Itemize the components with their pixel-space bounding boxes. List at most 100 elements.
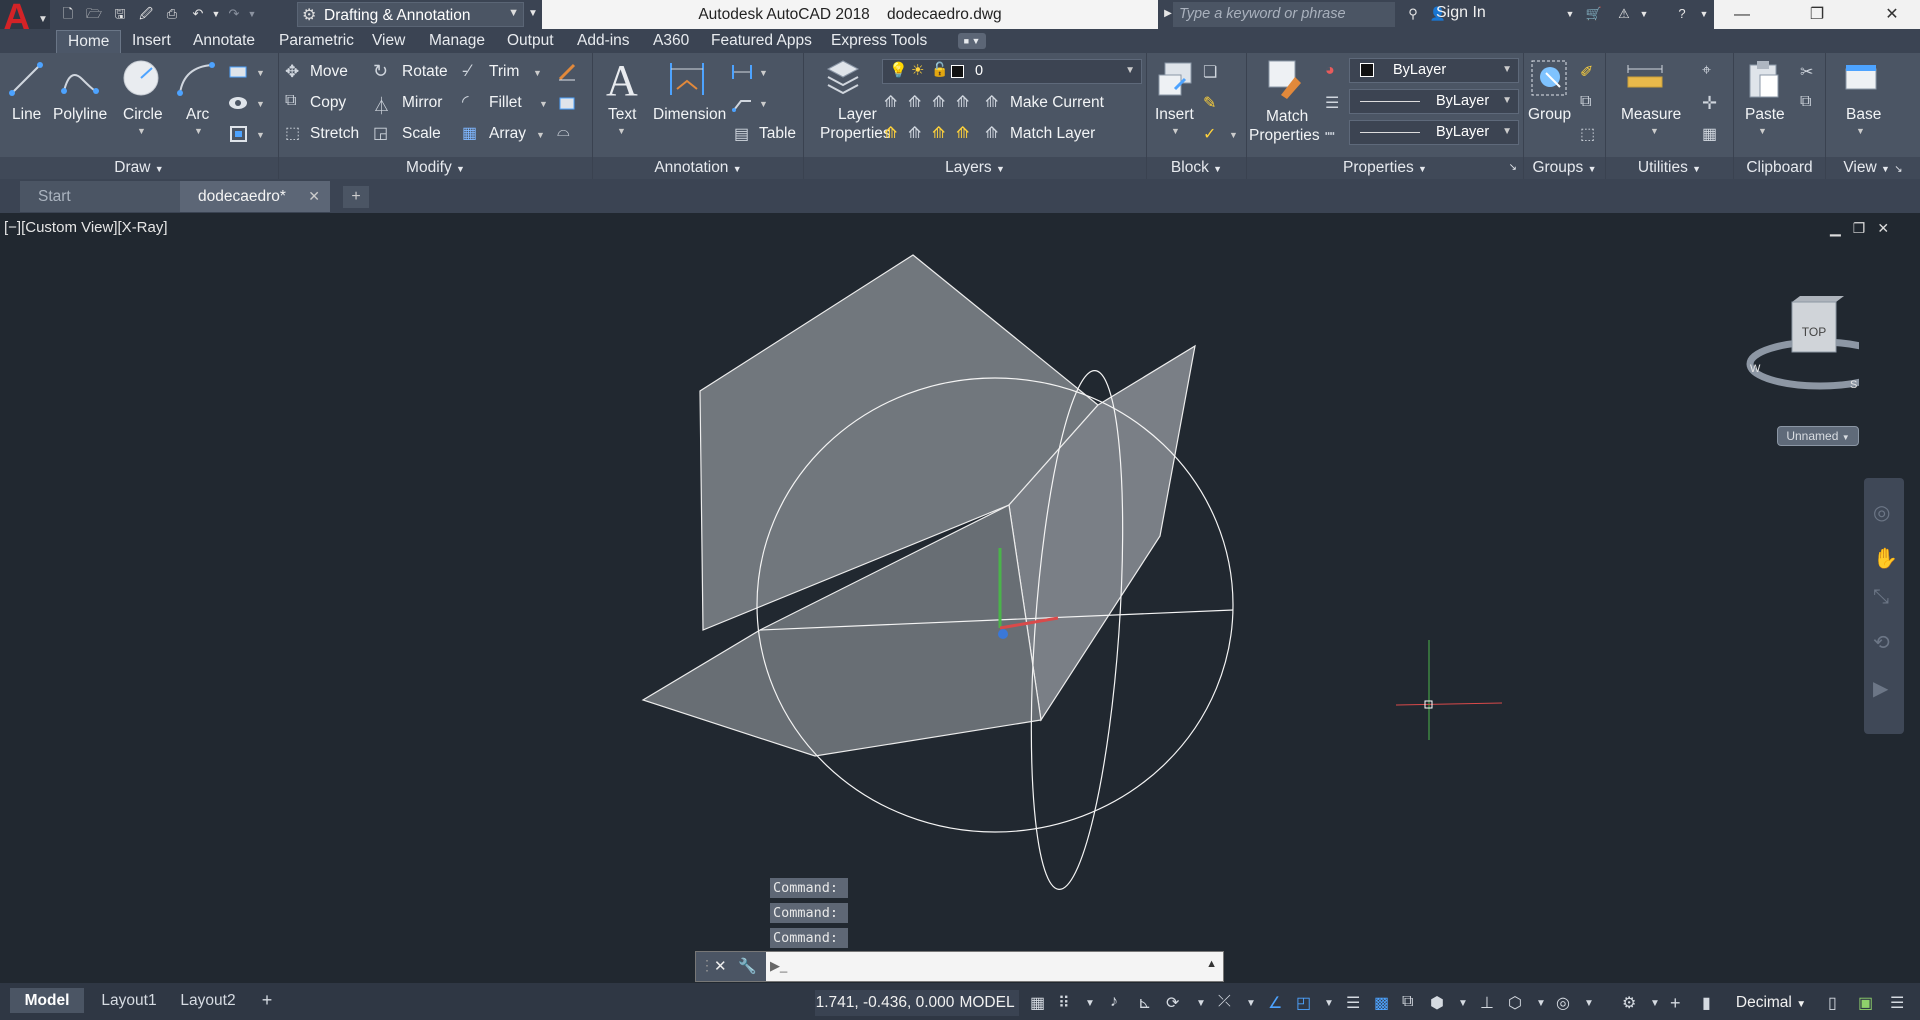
arc-button[interactable]: Arc: [186, 106, 209, 124]
tab-add-ins[interactable]: Add-ins: [577, 32, 630, 50]
move-button[interactable]: Move: [310, 63, 348, 81]
chevron-down-icon[interactable]: ▼: [1650, 998, 1660, 1009]
chevron-down-icon[interactable]: ▼: [1196, 998, 1206, 1009]
print-icon[interactable]: ⎙: [162, 5, 182, 23]
tab-a360[interactable]: A360: [653, 32, 689, 50]
fillet-button[interactable]: Fillet: [489, 94, 522, 112]
attribute-icon[interactable]: ✓: [1203, 124, 1225, 144]
boundary-icon[interactable]: [228, 124, 250, 144]
base-button[interactable]: Base: [1846, 106, 1881, 124]
layer-properties-label-1[interactable]: Layer: [838, 106, 877, 124]
command-prompt-icon[interactable]: ▶_: [770, 958, 787, 974]
save-icon[interactable]: 🖫: [110, 5, 130, 23]
layer-tool-icon[interactable]: ⟰: [908, 123, 930, 143]
new-tab-button[interactable]: +: [343, 186, 369, 208]
group-select-icon[interactable]: ⬚: [1580, 124, 1602, 144]
offset-icon[interactable]: ⌓: [557, 123, 579, 143]
tab-featured-apps[interactable]: Featured Apps: [711, 32, 812, 50]
annotation-panel-title[interactable]: Annotation ▼: [593, 157, 803, 179]
quick-properties-icon[interactable]: ▯: [1828, 993, 1837, 1013]
view-panel-title[interactable]: View ▼ ↘: [1826, 157, 1920, 179]
tab-output[interactable]: Output: [507, 32, 554, 50]
customization-menu-icon[interactable]: ☰: [1890, 993, 1904, 1013]
stretch-button[interactable]: Stretch: [310, 125, 359, 143]
paste-icon[interactable]: [1746, 59, 1782, 99]
chevron-down-icon[interactable]: ▼: [759, 99, 768, 109]
showmotion-icon[interactable]: ▶: [1873, 676, 1888, 701]
create-block-icon[interactable]: ❏: [1203, 62, 1225, 82]
selection-filter-icon[interactable]: ⬡: [1508, 993, 1522, 1013]
dimension-icon[interactable]: [667, 61, 707, 97]
layer-dropdown[interactable]: 💡 ☀ 🔓 0 ▼: [882, 59, 1142, 84]
command-input[interactable]: [800, 955, 1190, 977]
chevron-down-icon[interactable]: ▼: [1584, 998, 1594, 1009]
tab-view[interactable]: View: [372, 32, 405, 50]
insert-button[interactable]: Insert: [1155, 106, 1194, 124]
table-button[interactable]: Table: [759, 125, 796, 143]
properties-panel-title[interactable]: Properties ▼ ↘: [1247, 157, 1523, 179]
chevron-down-icon[interactable]: ▼: [1324, 998, 1334, 1009]
tab-layout2[interactable]: Layout2: [170, 988, 246, 1013]
tab-dodecaedro[interactable]: dodecaedro* ✕: [180, 181, 330, 212]
group-icon[interactable]: [1530, 59, 1570, 99]
linear-dim-icon[interactable]: [731, 62, 753, 82]
save-as-icon[interactable]: 🖉: [136, 5, 156, 23]
block-panel-title[interactable]: Block ▼: [1147, 157, 1246, 179]
3d-osnap-icon[interactable]: ⬢: [1430, 993, 1444, 1013]
cut-icon[interactable]: ✂: [1800, 62, 1822, 82]
leader-icon[interactable]: [731, 93, 753, 113]
group-button[interactable]: Group: [1528, 106, 1571, 124]
draw-panel-title[interactable]: Draw ▼: [0, 157, 278, 179]
clipboard-panel-title[interactable]: Clipboard: [1734, 157, 1825, 179]
viewport-window-controls[interactable]: ▁❐✕: [1830, 220, 1901, 237]
trim-button[interactable]: Trim: [489, 63, 519, 81]
rectangle-icon[interactable]: [228, 62, 250, 82]
chevron-down-icon[interactable]: ▼: [1536, 998, 1546, 1009]
quick-select-icon[interactable]: ⌖: [1702, 62, 1724, 82]
utilities-panel-title[interactable]: Utilities ▼: [1606, 157, 1733, 179]
isolate-objects-icon[interactable]: ▣: [1858, 993, 1873, 1013]
tab-home[interactable]: Home: [56, 30, 122, 53]
drawing-canvas[interactable]: [0, 213, 1920, 983]
mirror-button[interactable]: Mirror: [402, 94, 442, 112]
cube-top-edge[interactable]: [1792, 296, 1844, 302]
layer-tool-icon[interactable]: ⟰: [884, 92, 906, 112]
orbit-icon[interactable]: ⟲: [1873, 630, 1890, 655]
polyline-button[interactable]: Polyline: [53, 106, 107, 124]
polar-icon[interactable]: ⟳: [1166, 993, 1179, 1013]
lineweight-toggle-icon[interactable]: ☰: [1346, 993, 1360, 1013]
units-dropdown[interactable]: Decimal ▼: [1730, 990, 1812, 1016]
undo-dropdown-icon[interactable]: ▼: [206, 5, 226, 23]
cart-icon[interactable]: 🛒: [1584, 5, 1604, 23]
wrench-icon[interactable]: 🔧: [738, 957, 757, 975]
restore-button[interactable]: ❐: [1770, 0, 1864, 29]
steering-wheel-icon[interactable]: ◎: [1873, 500, 1890, 525]
chevron-down-icon[interactable]: ▼: [617, 126, 626, 136]
close-icon[interactable]: ✕: [714, 957, 727, 975]
ortho-icon[interactable]: ⊾: [1138, 993, 1151, 1013]
chevron-down-icon[interactable]: ▼: [1560, 5, 1580, 23]
tab-model[interactable]: Model: [10, 988, 84, 1013]
line-icon[interactable]: [8, 61, 44, 97]
new-layout-button[interactable]: +: [256, 988, 278, 1013]
recent-commands-icon[interactable]: ▲: [1206, 958, 1217, 970]
layer-tool-icon[interactable]: ⟰: [884, 123, 906, 143]
dialog-launcher-icon[interactable]: ↘: [1509, 157, 1517, 179]
rotate-button[interactable]: Rotate: [402, 63, 448, 81]
minimize-button[interactable]: —: [1714, 0, 1770, 29]
circle-icon[interactable]: [122, 59, 160, 97]
tab-manage[interactable]: Manage: [429, 32, 485, 50]
chevron-down-icon[interactable]: ▼: [137, 126, 146, 136]
chevron-down-icon[interactable]: ▼: [1171, 126, 1180, 136]
chevron-down-icon[interactable]: ▼: [1650, 126, 1659, 136]
chevron-down-icon[interactable]: ▼: [1758, 126, 1767, 136]
circle-button[interactable]: Circle: [123, 106, 163, 124]
ucs-menu[interactable]: Unnamed ▼: [1777, 426, 1859, 446]
tab-annotate[interactable]: Annotate: [193, 32, 255, 50]
chevron-down-icon[interactable]: ▼: [1458, 998, 1468, 1009]
linetype-dropdown[interactable]: ByLayer ▼: [1349, 120, 1519, 145]
dialog-launcher-icon[interactable]: ↘: [1894, 164, 1902, 175]
scale-button[interactable]: Scale: [402, 125, 441, 143]
group-edit-icon[interactable]: ⧉: [1580, 93, 1602, 113]
units-icon[interactable]: ▮: [1702, 993, 1711, 1013]
